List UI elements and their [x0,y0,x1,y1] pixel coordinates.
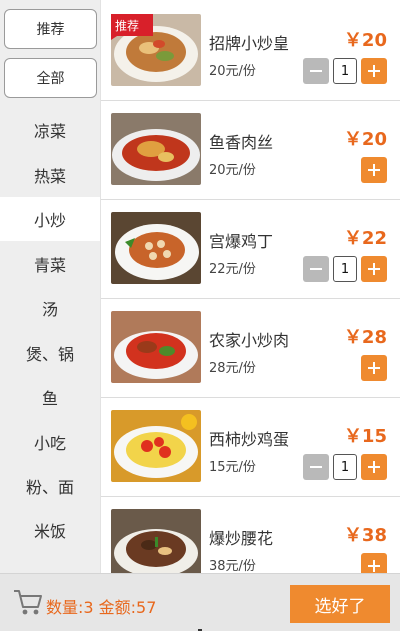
kidney-image [111,509,201,573]
recommend-button[interactable]: 推荐 [4,9,97,49]
dish-item: 农家小炒肉 28元/份 ￥28 [101,299,400,398]
dish-item: 宫爆鸡丁 22元/份 ￥22 1 [101,200,400,299]
dish-price: ￥38 [343,525,387,546]
category-greens[interactable]: 青菜 [0,242,100,286]
category-pot[interactable]: 煲、锅 [0,331,100,375]
dish-unit-price: 20元/份 [209,163,256,178]
category-soup[interactable]: 汤 [0,286,100,330]
category-fish[interactable]: 鱼 [0,375,100,419]
dish-item: 爆炒腰花 38元/份 ￥38 [101,497,400,573]
farm-pork-image [111,311,201,383]
dish-price: ￥28 [343,327,387,348]
dish-name: 招牌小炒皇 [209,34,290,53]
decrease-button[interactable] [303,58,329,84]
plus-icon-vertical [373,164,375,176]
dish-name: 宫爆鸡丁 [209,232,274,251]
dish-unit-price: 15元/份 [209,460,256,475]
minus-icon [310,268,322,270]
quantity-value: 1 [333,256,357,282]
category-rice[interactable]: 米饭 [0,508,100,552]
submit-order-button[interactable]: 选好了 [290,585,390,623]
dish-name: 农家小炒肉 [209,331,290,350]
dish-unit-price: 22元/份 [209,262,256,277]
plus-icon-vertical [373,461,375,473]
tomato-egg-image [111,410,201,482]
dish-unit-price: 38元/份 [209,559,256,573]
increase-button[interactable] [361,454,387,480]
category-sidebar: 推荐 全部 凉菜 热菜 小炒 青菜 汤 煲、锅 鱼 小吃 粉、面 米饭 [0,0,100,573]
increase-button[interactable] [361,157,387,183]
dish-price: ￥20 [343,129,387,150]
plus-icon-vertical [373,65,375,77]
quantity-value: 1 [333,454,357,480]
shredded-pork-image [111,113,201,185]
increase-button[interactable] [361,553,387,573]
dish-name: 鱼香肉丝 [209,133,274,152]
decrease-button[interactable] [303,256,329,282]
dish-item: 鱼香肉丝 20元/份 ￥20 [101,101,400,200]
plus-icon-vertical [373,263,375,275]
minus-icon [310,466,322,468]
dish-price: ￥20 [343,30,387,51]
dish-price: ￥15 [343,426,387,447]
dish-item: 推荐 招牌小炒皇 20元/份 ￥20 1 [101,2,400,101]
increase-button[interactable] [361,355,387,381]
plus-icon-vertical [373,560,375,572]
category-noodles[interactable]: 粉、面 [0,464,100,508]
cart-summary: 数量:3 金额:57 [46,598,157,617]
cart-bar: 数量:3 金额:57 选好了 [0,573,400,631]
plus-icon-vertical [373,362,375,374]
minus-icon [310,70,322,72]
dish-name: 西柿炒鸡蛋 [209,430,290,449]
shopping-cart-icon[interactable] [12,587,44,617]
dish-unit-price: 28元/份 [209,361,256,376]
kung-pao-chicken-image [111,212,201,284]
increase-button[interactable] [361,256,387,282]
recommend-badge: 推荐 [114,19,139,33]
dish-list: 推荐 招牌小炒皇 20元/份 ￥20 1 鱼香肉丝 20元/份 ￥20 宫爆鸡丁… [100,0,400,573]
category-stir-fry[interactable]: 小炒 [0,197,100,241]
dish-name: 爆炒腰花 [209,529,274,548]
increase-button[interactable] [361,58,387,84]
category-cold-dishes[interactable]: 凉菜 [0,108,100,152]
all-button[interactable]: 全部 [4,58,97,98]
decrease-button[interactable] [303,454,329,480]
category-snacks[interactable]: 小吃 [0,420,100,464]
dish-item: 西柿炒鸡蛋 15元/份 ￥15 1 [101,398,400,497]
dish-price: ￥22 [343,228,387,249]
dish-unit-price: 20元/份 [209,64,256,79]
quantity-value: 1 [333,58,357,84]
category-hot-dishes[interactable]: 热菜 [0,153,100,197]
